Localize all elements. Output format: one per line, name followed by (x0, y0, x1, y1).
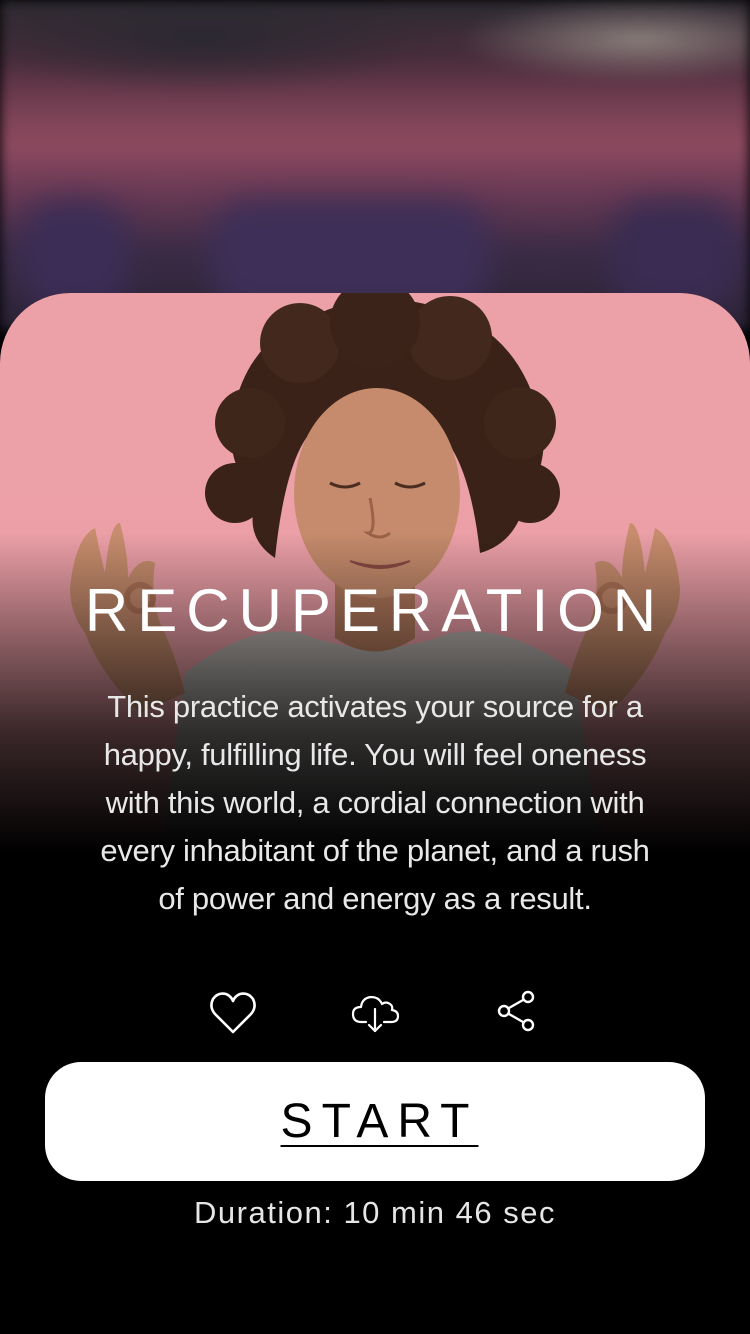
action-bar (0, 987, 750, 1041)
cloud-download-icon[interactable] (348, 987, 402, 1041)
start-button[interactable]: START (45, 1062, 705, 1181)
start-button-label: START (280, 1095, 479, 1148)
share-icon[interactable] (490, 987, 544, 1041)
practice-card: RECUPERATION This practice activates you… (0, 293, 750, 1334)
practice-title: RECUPERATION (84, 577, 666, 644)
heart-icon[interactable] (206, 987, 260, 1041)
practice-description: This practice activates your source for … (100, 689, 650, 916)
practice-screen: RECUPERATION This practice activates you… (0, 0, 750, 1334)
blurred-background (0, 0, 750, 330)
duration-text: Duration: 10 min 46 sec (194, 1195, 556, 1230)
